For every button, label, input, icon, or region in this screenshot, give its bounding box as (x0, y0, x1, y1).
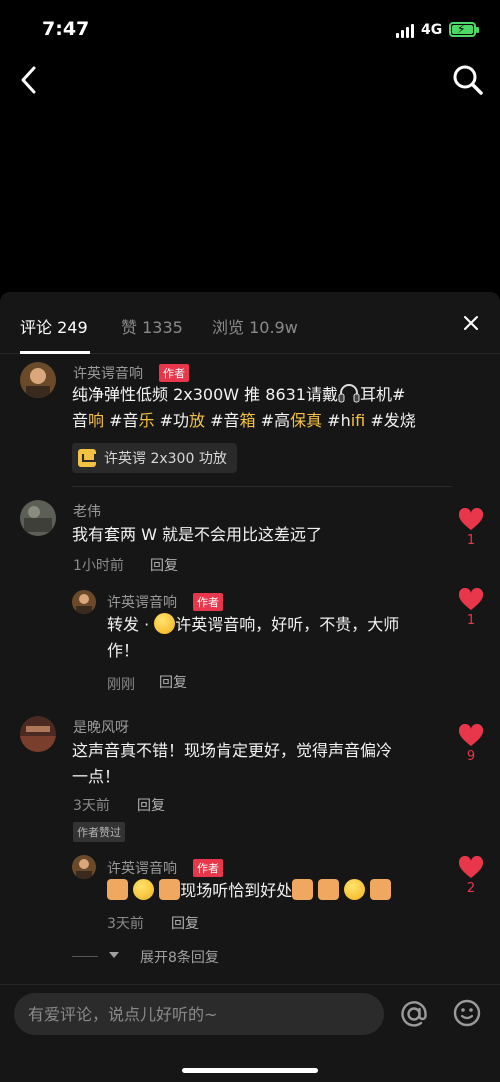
comment-text: 我有套两 W 就是不会用比这差远了 (72, 525, 322, 544)
handshake-emoji-icon (370, 879, 392, 900)
like-count: 1 (466, 613, 476, 628)
username[interactable]: 许英谔音响 (107, 858, 177, 878)
status-time: 7:47 (42, 18, 90, 40)
active-tab-indicator (20, 351, 90, 354)
author-badge: 作者 (193, 859, 223, 877)
comment-panel: 评论 249 赞 1335 浏览 10.9w 许英谔音响 作者 纯净弹性低频 2… (0, 292, 500, 1082)
hashtag-fragment: 乐 (138, 411, 155, 430)
back-icon[interactable] (14, 62, 44, 98)
comment-tabs: 评论 249 赞 1335 浏览 10.9w (0, 292, 500, 354)
pray-emoji-icon (318, 879, 340, 900)
username[interactable]: 老伟 (73, 501, 101, 521)
comment-text: 纯净弹性低频 2x300W 推 8631请戴 耳机# 音响 #音乐 #功放 #音箱… (72, 384, 416, 430)
thumbs-up-emoji-icon (159, 879, 181, 900)
hashtag-fragment: 保真 (290, 411, 323, 430)
author-badge: 作者 (193, 593, 223, 611)
product-link[interactable]: 许英谔 2x300 功放 (72, 443, 237, 473)
comment-input[interactable] (14, 993, 384, 1035)
avatar[interactable] (20, 362, 56, 398)
hashtag-fragment: #功 (154, 411, 190, 430)
reply-time: 3天前 (107, 916, 144, 932)
hashtag-fragment: 音 (72, 411, 89, 430)
status-bar: 7:47 4G ⚡ (0, 0, 500, 60)
signal-icon (396, 24, 414, 38)
avatar[interactable] (72, 855, 96, 879)
hashtag-fragment: 放 (189, 411, 206, 430)
reply-text: 转发 · 许英谔音响，好听，不贵，大师 作！ (107, 613, 400, 660)
heart-icon[interactable] (458, 856, 484, 880)
comment-time: 1小时前 (73, 558, 124, 574)
username[interactable]: 许英谔音响 (73, 363, 143, 383)
hashtag-fragment: #音 (205, 411, 240, 430)
headphones-icon (338, 384, 360, 403)
heart-icon[interactable] (458, 508, 484, 532)
avatar[interactable] (20, 716, 56, 752)
hashtag-fragment: 响 (88, 411, 105, 430)
like-count: 9 (466, 749, 476, 764)
search-icon[interactable] (450, 62, 486, 98)
comment-time: 3天前 (73, 798, 110, 814)
comment-input-container (14, 993, 384, 1035)
heart-icon[interactable] (458, 724, 484, 748)
like-count: 2 (466, 881, 476, 896)
battery-icon: ⚡ (449, 22, 479, 37)
username[interactable]: 许英谔音响 (107, 592, 177, 612)
tab-likes[interactable]: 赞 1335 (121, 314, 183, 338)
hashtag-fragment: 箱 (239, 411, 256, 430)
hashtag-fragment: #h (322, 411, 351, 430)
product-name: 许英谔 2x300 功放 (104, 451, 227, 467)
divider (72, 486, 452, 487)
clap-emoji-icon (292, 879, 314, 900)
mention-icon[interactable] (398, 998, 430, 1030)
grin-emoji-icon (154, 613, 176, 634)
chevron-down-icon (109, 952, 119, 958)
handshake-emoji-icon (107, 879, 128, 900)
reply-text: 现场听恰到好处 (107, 878, 392, 904)
avatar[interactable] (72, 590, 96, 614)
hashtag-fragment: #高 (255, 411, 291, 430)
emoji-icon[interactable] (452, 998, 482, 1028)
home-indicator (182, 1068, 318, 1073)
cart-icon (78, 449, 96, 467)
heart-icon[interactable] (458, 588, 484, 612)
tab-views[interactable]: 浏览 10.9w (212, 314, 298, 338)
close-icon[interactable] (460, 312, 482, 334)
shocked-emoji-icon (133, 879, 155, 900)
reply-button[interactable]: 回复 (150, 555, 178, 575)
hashtag-fragment: ifi (350, 411, 366, 430)
hashtag-list[interactable]: 音响 #音乐 #功放 #音箱 #高保真 #hifi #发烧 (72, 411, 416, 430)
reply-time: 刚刚 (107, 677, 135, 693)
reply-button[interactable]: 回复 (137, 795, 165, 815)
hashtag-fragment: #发烧 (365, 411, 416, 430)
network-label: 4G (421, 22, 443, 38)
tab-comments[interactable]: 评论 249 (20, 314, 88, 338)
reply-button[interactable]: 回复 (171, 913, 199, 933)
avatar[interactable] (20, 500, 56, 536)
username[interactable]: 是晚风呀 (73, 717, 129, 737)
author-liked-tag: 作者赞过 (73, 822, 125, 842)
comment-text: 这声音真不错！现场肯定更好，觉得声音偏冷 一点！ (72, 741, 393, 786)
hashtag-fragment: #音 (104, 411, 139, 430)
reply-button[interactable]: 回复 (159, 672, 187, 692)
shocked-emoji-icon (344, 879, 366, 900)
like-count: 1 (466, 533, 476, 548)
author-badge: 作者 (159, 364, 189, 382)
